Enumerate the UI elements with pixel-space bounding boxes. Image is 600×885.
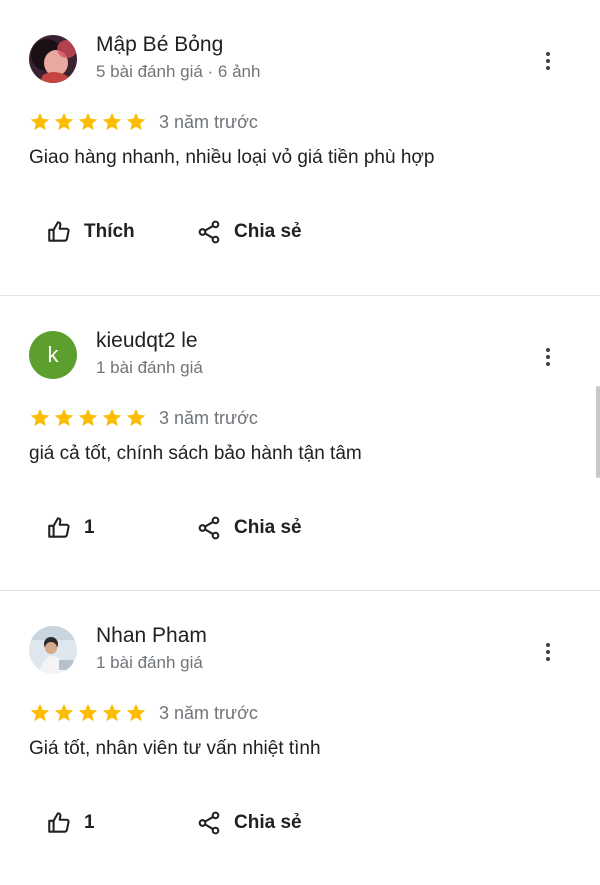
review-card: Mập Bé Bỏng 5 bài đánh giá · 6 ảnh 3 năm… (0, 0, 600, 294)
review-time: 3 năm trước (159, 112, 258, 132)
review-text: Giá tốt, nhân viên tư vấn nhiệt tình (29, 738, 321, 759)
like-button[interactable]: Thích (46, 210, 135, 254)
review-text: Giao hàng nhanh, nhiều loại vỏ giá tiền … (29, 147, 435, 168)
share-button[interactable]: Chia sẻ (196, 210, 302, 254)
star-icon (102, 112, 122, 131)
reviewer-meta: 1 bài đánh giá (96, 653, 203, 672)
review-time: 3 năm trước (159, 408, 258, 428)
reviewer-name[interactable]: Nhan Pham (96, 624, 207, 648)
thumb-up-icon (48, 221, 70, 242)
review-card: Nhan Pham 1 bài đánh giá 3 năm trước Giá… (0, 590, 600, 885)
user-avatar[interactable] (29, 626, 77, 674)
share-button[interactable]: Chia sẻ (196, 506, 302, 550)
reviewer-name[interactable]: kieudqt2 le (96, 329, 198, 353)
like-count: 1 (84, 517, 95, 538)
star-rating (29, 407, 147, 431)
star-rating (29, 702, 147, 726)
more-options-icon[interactable] (537, 641, 559, 665)
star-icon (78, 408, 98, 427)
star-icon (30, 703, 50, 722)
user-avatar[interactable] (29, 35, 77, 83)
user-avatar[interactable]: k (29, 331, 77, 379)
share-icon (198, 220, 220, 244)
like-count: 1 (84, 812, 95, 833)
share-label: Chia sẻ (234, 517, 302, 538)
reviewer-name[interactable]: Mập Bé Bỏng (96, 33, 223, 57)
review-card: k kieudqt2 le 1 bài đánh giá 3 năm trước… (0, 295, 600, 590)
share-icon (198, 811, 220, 835)
share-button[interactable]: Chia sẻ (196, 801, 302, 845)
star-icon (78, 112, 98, 131)
star-icon (102, 408, 122, 427)
share-label: Chia sẻ (234, 812, 302, 833)
review-time: 3 năm trước (159, 703, 258, 723)
thumb-up-icon (48, 517, 70, 538)
star-icon (30, 408, 50, 427)
like-button[interactable]: 1 (46, 506, 95, 550)
reviewer-meta: 1 bài đánh giá (96, 358, 203, 377)
star-icon (126, 408, 146, 427)
star-icon (102, 703, 122, 722)
star-icon (126, 703, 146, 722)
star-icon (126, 112, 146, 131)
review-text: giá cả tốt, chính sách bảo hành tận tâm (29, 443, 362, 464)
star-rating (29, 111, 147, 135)
more-options-icon[interactable] (537, 50, 559, 74)
like-label: Thích (84, 221, 135, 242)
share-icon (198, 516, 220, 540)
more-options-icon[interactable] (537, 346, 559, 370)
star-icon (54, 703, 74, 722)
thumb-up-icon (48, 812, 70, 833)
star-icon (78, 703, 98, 722)
star-icon (54, 408, 74, 427)
share-label: Chia sẻ (234, 221, 302, 242)
like-button[interactable]: 1 (46, 801, 95, 845)
star-icon (54, 112, 74, 131)
star-icon (30, 112, 50, 131)
reviewer-meta: 5 bài đánh giá · 6 ảnh (96, 62, 261, 81)
scrollbar-thumb[interactable] (596, 386, 600, 478)
